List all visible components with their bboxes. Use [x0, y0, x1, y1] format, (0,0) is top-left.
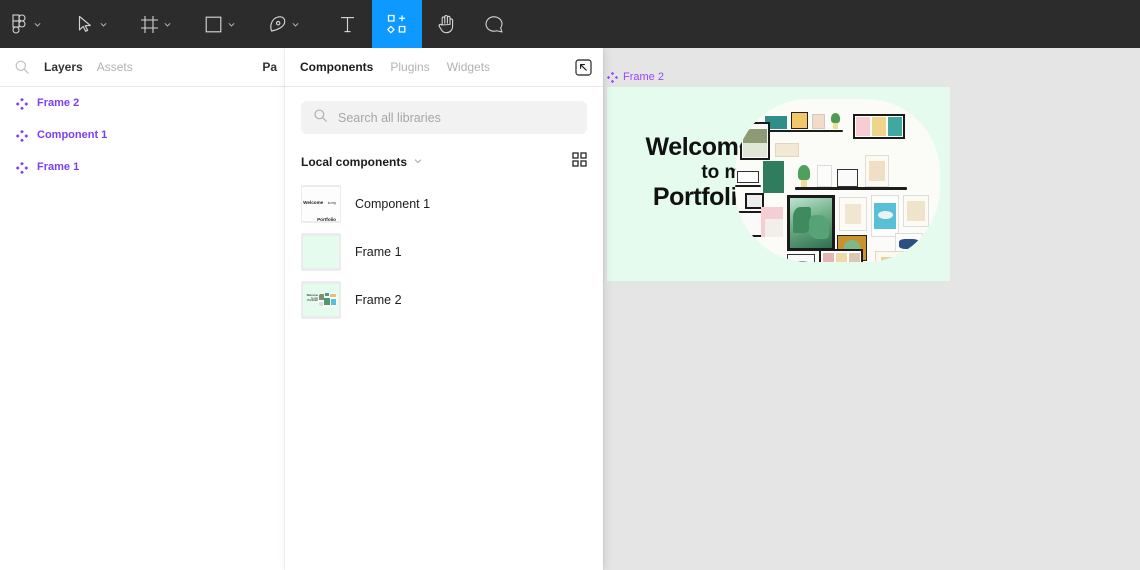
- pen-icon: [266, 13, 288, 35]
- component-diamond-icon: [607, 72, 618, 83]
- thumb-line-3: Portfolio: [304, 300, 318, 303]
- layer-label: Frame 2: [37, 97, 79, 109]
- comment-tool-button[interactable]: [470, 0, 518, 48]
- sidebar-pages-label[interactable]: Pa: [262, 60, 277, 74]
- layer-row-component-1[interactable]: Component 1: [0, 119, 285, 151]
- canvas-frame-2-label[interactable]: Frame 2: [607, 71, 664, 83]
- search-icon[interactable]: [14, 59, 30, 75]
- top-toolbar: [0, 0, 1140, 48]
- layer-row-frame-2[interactable]: Frame 2: [0, 87, 285, 119]
- search-icon: [313, 108, 328, 128]
- component-thumbnail: Welcome to my Portfolio: [301, 185, 341, 223]
- chevron-down-icon: [227, 20, 236, 29]
- hand-tool-button[interactable]: [422, 0, 470, 48]
- comment-bubble-icon: [483, 13, 505, 35]
- canvas-frame-2[interactable]: Welcome to my Portfolio: [607, 87, 950, 281]
- move-tool-button[interactable]: [66, 0, 116, 48]
- component-list-item-component-1[interactable]: Welcome to my Portfolio Component 1: [285, 180, 603, 228]
- sidebar-tab-assets[interactable]: Assets: [97, 60, 133, 74]
- search-input[interactable]: [338, 111, 575, 125]
- pen-tool-button[interactable]: [258, 0, 308, 48]
- component-label: Frame 2: [355, 293, 402, 307]
- local-components-list: Welcome to my Portfolio Component 1 Fram…: [285, 172, 603, 324]
- collapse-arrow-icon[interactable]: [575, 59, 592, 76]
- component-list-item-frame-1[interactable]: Frame 1: [285, 228, 603, 276]
- components-tool-button[interactable]: [372, 0, 422, 48]
- layer-row-frame-1[interactable]: Frame 1: [0, 151, 285, 183]
- rectangle-icon: [202, 13, 224, 35]
- component-diamond-icon: [16, 161, 28, 173]
- component-thumbnail: [301, 233, 341, 271]
- hero-line-2: to my: [617, 163, 752, 182]
- figma-logo-icon: [8, 13, 30, 35]
- thumb-gallery-image: [318, 292, 338, 308]
- search-field-wrapper[interactable]: [301, 101, 587, 134]
- component-diamond-icon: [16, 97, 28, 109]
- thumb-line-2: to my: [328, 201, 336, 205]
- sidebar-tab-layers[interactable]: Layers: [44, 60, 83, 74]
- component-thumbnail: Welcome to my Portfolio: [301, 281, 341, 319]
- shape-tool-button[interactable]: [194, 0, 244, 48]
- chevron-down-icon[interactable]: [413, 153, 423, 171]
- chevron-down-icon: [291, 20, 300, 29]
- hero-line-1: Welcome: [617, 135, 752, 160]
- chevron-down-icon: [163, 20, 172, 29]
- tab-widgets[interactable]: Widgets: [447, 60, 490, 74]
- component-diamond-icon: [16, 129, 28, 141]
- tab-components[interactable]: Components: [300, 60, 373, 74]
- figma-menu-button[interactable]: [0, 0, 50, 48]
- hero-line-3: Portfolio: [617, 185, 752, 210]
- panel-tab-bar: Components Plugins Widgets: [285, 48, 603, 87]
- components-panel: Components Plugins Widgets Loc: [285, 48, 603, 570]
- layer-label: Component 1: [37, 129, 107, 141]
- figma-app-window: Drafts / Untitled Layers Assets Pa: [0, 0, 1140, 570]
- left-sidebar: Layers Assets Pa Frame 2: [0, 48, 285, 570]
- text-t-icon: [336, 13, 358, 35]
- section-title[interactable]: Local components: [301, 155, 407, 169]
- hero-heading: Welcome to my Portfolio: [617, 135, 752, 210]
- chevron-down-icon: [33, 20, 42, 29]
- gallery-wall-photo: [735, 99, 940, 262]
- hand-icon: [435, 13, 457, 35]
- local-components-section-header: Local components: [285, 134, 603, 172]
- layer-label: Frame 1: [37, 161, 79, 173]
- thumb-line-1: Welcome: [303, 200, 323, 205]
- chevron-down-icon: [99, 20, 108, 29]
- component-label: Frame 1: [355, 245, 402, 259]
- grid-view-icon[interactable]: [572, 152, 587, 172]
- sidebar-tab-bar: Layers Assets Pa: [0, 48, 285, 87]
- components-icon: [386, 13, 408, 35]
- panel-search-area: [285, 87, 603, 134]
- component-list-item-frame-2[interactable]: Welcome to my Portfolio Frame 2: [285, 276, 603, 324]
- frame-icon: [138, 13, 160, 35]
- cursor-arrow-icon: [74, 13, 96, 35]
- component-label: Component 1: [355, 197, 430, 211]
- frame-label-text: Frame 2: [623, 71, 664, 83]
- layers-list: Frame 2 Component 1: [0, 87, 285, 183]
- tab-plugins[interactable]: Plugins: [390, 60, 429, 74]
- thumb-line-3: Portfolio: [317, 217, 336, 222]
- frame-tool-button[interactable]: [130, 0, 180, 48]
- text-tool-button[interactable]: [322, 0, 372, 48]
